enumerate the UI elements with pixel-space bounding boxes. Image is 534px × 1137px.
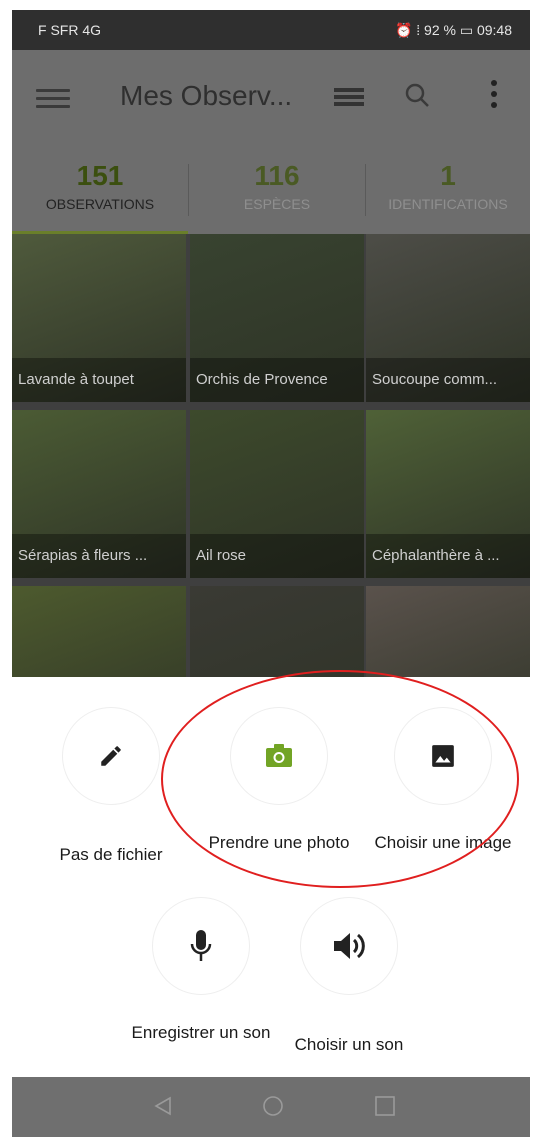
system-nav-bar: [12, 1077, 530, 1137]
observation-name: Orchis de Provence: [190, 358, 364, 402]
observation-tile[interactable]: Céphalanthère à ...: [366, 410, 530, 578]
hamburger-menu-icon[interactable]: [36, 84, 70, 112]
tab-species[interactable]: 116 ESPÈCES: [189, 150, 365, 234]
speaker-icon: [334, 933, 365, 959]
status-bar: F SFR 4G ⏰ ⁞ 92 % ▭ 09:48: [12, 10, 530, 50]
tab-count: 1: [440, 160, 456, 191]
observation-tile[interactable]: Soucoupe comm...: [366, 234, 530, 402]
observation-tile[interactable]: Ail rose: [190, 410, 364, 578]
search-icon[interactable]: [404, 82, 430, 108]
record-sound-option[interactable]: Enregistrer un son: [126, 897, 276, 1044]
observation-name: Sérapias à fleurs ...: [12, 534, 186, 578]
pencil-icon: [101, 746, 121, 766]
tab-label: IDENTIFICATIONS: [388, 196, 508, 212]
choose-sound-button[interactable]: [300, 897, 398, 995]
tab-observations[interactable]: 151 OBSERVATIONS: [12, 150, 188, 234]
recents-icon[interactable]: [374, 1095, 396, 1117]
observation-name: Céphalanthère à ...: [366, 534, 530, 578]
status-right: ⏰ ⁞ 92 % ▭ 09:48: [394, 22, 512, 38]
observation-grid: Lavande à toupet Orchis de Provence Soucou…: [12, 234, 530, 754]
tab-label: OBSERVATIONS: [45, 196, 155, 212]
observation-name: Lavande à toupet: [12, 358, 186, 402]
highlight-annotation: [161, 670, 519, 888]
more-options-icon[interactable]: [490, 80, 498, 114]
no-file-button[interactable]: [62, 707, 160, 805]
carrier-signal: F SFR 4G: [38, 22, 102, 38]
microphone-icon: [190, 930, 212, 961]
observation-tile[interactable]: Orchis de Provence: [190, 234, 364, 402]
choose-sound-label: Choisir un son: [294, 1035, 404, 1054]
record-sound-label: Enregistrer un son: [131, 1023, 271, 1042]
home-icon[interactable]: [262, 1095, 284, 1117]
choose-sound-option[interactable]: Choisir un son: [274, 897, 424, 1056]
back-icon[interactable]: [152, 1095, 174, 1117]
tab-count: 151: [76, 160, 124, 191]
tab-bar: 151 OBSERVATIONS 116 ESPÈCES 1 IDENTIFIC…: [12, 150, 530, 234]
screen: F SFR 4G ⏰ ⁞ 92 % ▭ 09:48 Mes Observ... …: [12, 10, 530, 1137]
observation-tile[interactable]: Sérapias à fleurs ...: [12, 410, 186, 578]
no-file-label: Pas de fichier: [59, 845, 163, 864]
observation-name: Soucoupe comm...: [366, 358, 530, 402]
tab-count: 116: [254, 160, 300, 191]
tab-label: ESPÈCES: [243, 196, 311, 212]
list-view-icon[interactable]: [334, 88, 364, 110]
observation-name: Ail rose: [190, 534, 364, 578]
page-title: Mes Observ...: [120, 80, 293, 111]
tab-identifications[interactable]: 1 IDENTIFICATIONS: [366, 150, 530, 234]
record-sound-button[interactable]: [152, 897, 250, 995]
observation-tile[interactable]: Lavande à toupet: [12, 234, 186, 402]
app-bar: Mes Observ...: [12, 50, 530, 150]
